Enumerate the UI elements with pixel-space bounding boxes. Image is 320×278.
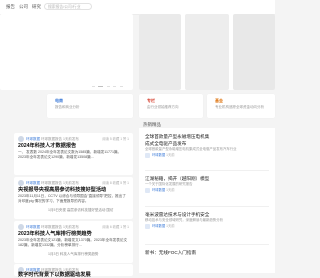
feed-stats: 阅读 8 收藏 5 赞 1	[102, 181, 129, 185]
card-tag: 基金	[215, 98, 223, 103]
nav-item-reports[interactable]: 报告	[6, 4, 15, 10]
feed-stats: 阅读 5 收藏 1 赞 1	[102, 137, 129, 141]
list-item[interactable]: 全球首款量产型永磁增压电机集 成式全电驱产品发布 全球首款量产型永磁增压电机集成…	[145, 133, 273, 158]
feed-title[interactable]: 2023年科技人气库排行榜类趋势	[18, 230, 130, 237]
feed-card[interactable]: 环球数据 环球数据报告 1天前发布 阅读 5 收藏 1 赞 1 2024年科技人…	[14, 133, 133, 175]
list-item-title-line2[interactable]: 成式全电驱产品发布	[145, 140, 273, 147]
card-subtitle: 专业机构追踪全球资金动向分析	[215, 105, 264, 109]
feed-related[interactable]: 1月3日 科技人气库排行榜类趋势	[48, 252, 98, 257]
divider	[145, 244, 269, 245]
carousel-dot[interactable]	[119, 86, 123, 88]
banner-left[interactable]	[0, 14, 133, 90]
category-card-fund[interactable]: 基金 专业机构追踪全球资金动向分析	[207, 94, 275, 118]
source-icon	[145, 223, 150, 229]
carousel-dot[interactable]	[113, 86, 117, 88]
carousel-dot[interactable]	[106, 86, 110, 88]
list-item[interactable]: 新书：无线FOC入门指南	[145, 249, 273, 256]
feed-stats: 阅读 6 收藏 1 赞 1	[102, 225, 129, 229]
feed-related[interactable]: 1月5日央视 高层参访科技搜好型活动 国访	[48, 208, 113, 213]
card-subtitle: 由行业领袖推荐方向	[147, 105, 179, 109]
list-item-title[interactable]: 毫米波雷达技术与设计手机安全	[145, 211, 273, 218]
list-item[interactable]: 江湖秘籍，揭开（越阳刚）模型 一个关于国际化发展的研究报告 环球数据 1天前	[145, 175, 273, 193]
carousel-dot[interactable]	[92, 86, 95, 88]
list-item-title[interactable]: 新书：无线FOC入门指南	[145, 249, 273, 256]
card-tag: 专栏	[147, 98, 155, 103]
banner-photo	[139, 14, 181, 90]
divider	[145, 206, 269, 207]
list-item-meta: 环球数据 1天前	[145, 187, 273, 193]
feed-card[interactable]: 环球数据 环球数据报告 1天前发布 阅读 6 收藏 1 赞 1 2023年科技人…	[14, 221, 133, 263]
top-nav: 报告 公司 研究 搜索报告/公司/行业	[0, 0, 275, 15]
feed-card[interactable]: 环球数据 环球数据报告 1天前发布 数字时代背景下以数据驱动发展	[14, 264, 133, 278]
card-subtitle: 报告和商业分析	[55, 105, 80, 109]
list-item[interactable]: 毫米波雷达技术与设计手机安全 移动技术与安全领域研究，深度解读与最新趋势分析 环…	[145, 211, 273, 229]
nav-item-company[interactable]: 公司	[19, 4, 28, 10]
banner-photo	[233, 14, 275, 90]
list-item-meta: 环球数据 1天前	[145, 152, 273, 158]
category-card-column[interactable]: 专栏 由行业领袖推荐方向	[139, 94, 203, 118]
divider	[145, 170, 269, 171]
carousel-dot-active[interactable]	[98, 86, 104, 88]
card-tag: 电商	[55, 98, 63, 103]
category-card-ecommerce[interactable]: 电商 报告和商业分析	[47, 94, 133, 118]
hot-list: 全球首款量产型永磁增压电机集 成式全电驱产品发布 全球首款量产型永磁增压电机集成…	[139, 128, 275, 273]
feed-title[interactable]: 央视报导央视高层参访科技搜好型活动	[18, 186, 130, 193]
list-item-meta: 环球数据 1天前	[145, 223, 273, 229]
list-item-title[interactable]: 江湖秘籍，揭开（越阳刚）模型	[145, 175, 273, 182]
carousel-dots	[92, 84, 125, 90]
feed-title[interactable]: 数字时代背景下以数据驱动发展	[18, 271, 130, 278]
banner-photo	[185, 14, 229, 90]
search-input[interactable]: 搜索报告/公司/行业	[44, 3, 92, 10]
feed-summary: 2023年全年发表论文121篇，新增发文1370篇。2023年全年发表论文182…	[18, 238, 128, 247]
source-icon	[145, 152, 150, 158]
source-icon	[145, 187, 150, 193]
feed-summary: 一、 发表数 2024年全年发表论文数为1585篇，新增发11771篇。2023…	[18, 150, 122, 159]
feed-title[interactable]: 2024年科技人才数据报告	[18, 142, 130, 149]
feed-summary: 2023年11月11日，CCTV 以综合与领导国会"直接领导"把控，推出了对印度…	[18, 194, 126, 203]
list-item-title[interactable]: 全球首款量产型永磁增压电机集	[145, 133, 273, 140]
feed-card[interactable]: 环球数据 环球数据报告 1天前发布 阅读 8 收藏 5 赞 1 央视报导央视高层…	[14, 177, 133, 219]
banner-right[interactable]	[139, 14, 275, 90]
nav-item-research[interactable]: 研究	[32, 4, 41, 10]
